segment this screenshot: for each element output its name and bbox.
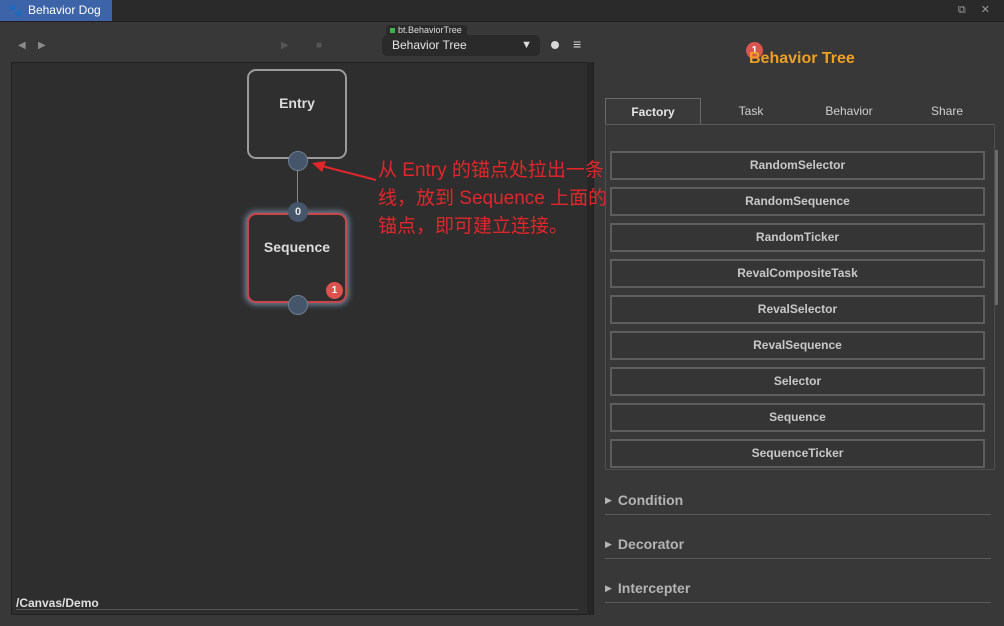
forward-icon[interactable]: ▶ <box>38 40 46 51</box>
entry-out-anchor[interactable] <box>288 151 308 171</box>
behavior-tree-select[interactable]: Behavior Tree ▼ <box>382 35 540 56</box>
menu-icon[interactable]: ≡ <box>573 36 581 52</box>
factory-item-sequence[interactable]: Sequence <box>610 403 985 432</box>
panel-tabs: Factory Task Behavior Share <box>605 98 995 125</box>
annotation-arrow-icon <box>312 161 377 181</box>
title-bar: 🐾 Behavior Dog ⧉ ✕ <box>0 0 1004 22</box>
sequence-in-anchor[interactable]: 0 <box>288 202 308 222</box>
expand-arrow-icon: ▶ <box>605 583 612 593</box>
record-icon[interactable] <box>551 41 559 49</box>
factory-item-random-selector[interactable]: RandomSelector <box>610 151 985 180</box>
panel-scrollbar[interactable] <box>995 150 998 305</box>
factory-item-sequence-ticker[interactable]: SequenceTicker <box>610 439 985 468</box>
factory-item-random-ticker[interactable]: RandomTicker <box>610 223 985 252</box>
tab-behavior[interactable]: Behavior <box>801 98 897 124</box>
stop-icon[interactable]: ■ <box>316 40 322 51</box>
sequence-out-anchor[interactable] <box>288 295 308 315</box>
factory-item-reval-sequence[interactable]: RevalSequence <box>610 331 985 360</box>
window-controls[interactable]: ⧉ ✕ <box>958 3 996 17</box>
section-condition-label: Condition <box>617 492 684 508</box>
expand-arrow-icon: ▶ <box>605 495 612 505</box>
expand-arrow-icon: ▶ <box>605 539 612 549</box>
factory-item-reval-composite-task[interactable]: RevalCompositeTask <box>610 259 985 288</box>
instruction-annotation: 从 Entry 的锚点处拉出一条线，放到 Sequence 上面的锚点，即可建立… <box>378 160 608 237</box>
canvas-divider <box>16 609 578 610</box>
behavior-tree-select-value: Behavior Tree <box>392 38 467 52</box>
canvas-scrollbar[interactable] <box>587 62 593 615</box>
canvas-path: /Canvas/Demo <box>16 596 99 610</box>
tab-task[interactable]: Task <box>703 98 799 124</box>
paw-icon: 🐾 <box>8 3 23 17</box>
play-icon[interactable]: ▶ <box>281 40 289 51</box>
sequence-node-label: Sequence <box>263 239 331 255</box>
factory-item-selector[interactable]: Selector <box>610 367 985 396</box>
tab-share[interactable]: Share <box>899 98 995 124</box>
editor-tab-label: Behavior Dog <box>27 3 101 17</box>
editor-tab[interactable]: 🐾 Behavior Dog <box>0 0 112 21</box>
panel-title: Behavior Tree <box>749 50 855 67</box>
entry-node-label: Entry <box>279 95 315 111</box>
section-intercepter-label: Intercepter <box>617 580 691 596</box>
chevron-down-icon: ▼ <box>521 39 532 51</box>
back-icon[interactable]: ◀ <box>18 40 26 51</box>
factory-item-random-sequence[interactable]: RandomSequence <box>610 187 985 216</box>
tab-factory[interactable]: Factory <box>605 98 701 124</box>
section-intercepter[interactable]: ▶ Intercepter <box>605 580 991 603</box>
section-condition[interactable]: ▶ Condition <box>605 492 991 515</box>
section-decorator[interactable]: ▶ Decorator <box>605 536 991 559</box>
section-decorator-label: Decorator <box>617 536 685 552</box>
sequence-badge: 1 <box>326 282 343 299</box>
factory-item-reval-selector[interactable]: RevalSelector <box>610 295 985 324</box>
entry-node[interactable]: Entry <box>247 69 347 159</box>
